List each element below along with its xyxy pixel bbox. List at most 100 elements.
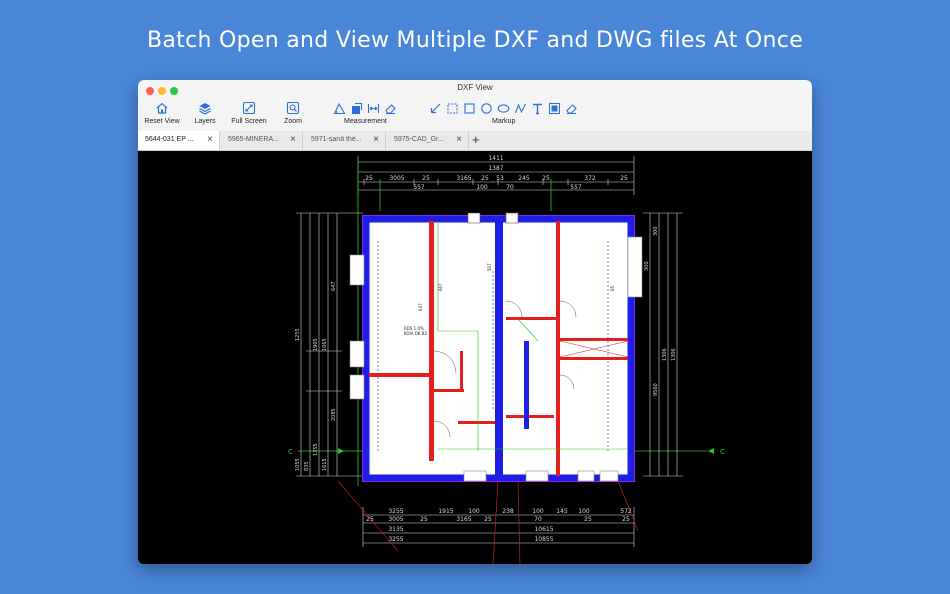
- dim-label: 3165: [456, 516, 471, 523]
- dim-label: 25: [620, 175, 628, 182]
- dim-label: 572: [620, 508, 632, 515]
- dim-label: 1615: [322, 458, 328, 471]
- new-tab-button[interactable]: +: [472, 132, 480, 147]
- dim-label: 25: [481, 175, 489, 182]
- circle-icon: [481, 103, 492, 114]
- dim-label: 1306: [671, 348, 677, 361]
- reset-view-button[interactable]: Reset View: [142, 101, 182, 129]
- dim-label: 10615: [534, 526, 553, 533]
- dim-label: 238: [502, 508, 514, 515]
- dim-label: 25: [622, 516, 630, 523]
- axis-label-left: C: [288, 448, 293, 456]
- floor-plan-drawing: 1411 1387 25 3005 25 3165 25 53 245 25 3…: [288, 155, 725, 564]
- freehand-icon: [514, 103, 526, 114]
- dim-label: 1355: [313, 443, 319, 456]
- dim-label: 25: [422, 175, 430, 182]
- dim-label: 9560: [653, 383, 659, 396]
- layers-button[interactable]: Layers: [192, 101, 218, 129]
- tab-label: 5644-031 EP ...: [145, 136, 194, 143]
- measure-area-tool[interactable]: [349, 101, 364, 116]
- close-tab-icon[interactable]: ×: [456, 134, 462, 145]
- markup-label: Markup: [492, 118, 516, 125]
- close-tab-icon[interactable]: ×: [373, 134, 379, 145]
- full-screen-label: Full Screen: [231, 118, 267, 125]
- bottom-dimension-text: 3255 1915 100 238 100 145 100 572 25 300…: [366, 508, 632, 543]
- dim-label: 100: [578, 508, 590, 515]
- markup-arrow-tool[interactable]: [428, 101, 443, 116]
- dim-label: 25: [420, 516, 428, 523]
- close-tab-icon[interactable]: ×: [290, 134, 296, 145]
- distance-icon: [367, 104, 380, 113]
- room-label: 65: [610, 285, 615, 291]
- window-title: DXF View: [457, 83, 493, 92]
- axis-marker-left: [338, 448, 344, 454]
- markup-circle-tool[interactable]: [479, 101, 494, 116]
- full-screen-button[interactable]: Full Screen: [230, 101, 268, 129]
- dim-label: 1055: [295, 458, 301, 471]
- markup-tools: [428, 101, 579, 117]
- measure-distance-tool[interactable]: [366, 101, 381, 116]
- dim-label: 245: [518, 175, 530, 182]
- markup-fill-tool[interactable]: [547, 101, 562, 116]
- dim-label: 25: [484, 516, 492, 523]
- app-window: DXF View Reset View Layers Full Screen Z…: [138, 80, 812, 564]
- tab-label: 5965-MINERA...: [228, 136, 279, 143]
- markup-ellipse-tool[interactable]: [496, 101, 511, 116]
- axis-marker-right: [708, 448, 714, 454]
- measurement-label: Measurement: [344, 118, 387, 125]
- dim-label: 1387: [488, 165, 503, 172]
- angle-icon: [333, 102, 346, 115]
- axis-label-right: C: [720, 448, 725, 456]
- dashed-rectangle-icon: [447, 103, 458, 114]
- markup-eraser-tool[interactable]: [564, 101, 579, 116]
- dim-label: 557: [570, 184, 582, 191]
- dim-label: 25: [365, 175, 373, 182]
- dim-label: 1255: [295, 328, 301, 341]
- layers-icon: [199, 103, 211, 115]
- close-tab-icon[interactable]: ×: [207, 134, 213, 145]
- dim-label: 3165: [456, 175, 471, 182]
- dim-label: 1065: [322, 338, 328, 351]
- dim-label: 25: [584, 516, 592, 523]
- dim-label: 1905: [313, 338, 319, 351]
- dim-label: 3255: [388, 536, 403, 543]
- dim-label: 25: [542, 175, 550, 182]
- zoom-label: Zoom: [284, 118, 302, 125]
- dim-label: 2085: [331, 408, 337, 421]
- measurement-tools: [332, 101, 398, 117]
- markup-rectangle-tool[interactable]: [462, 101, 477, 116]
- promo-headline: Batch Open and View Multiple DXF and DWG…: [146, 28, 804, 53]
- document-tab-2[interactable]: 5965-MINERA... ×: [221, 131, 303, 150]
- document-tab-4[interactable]: 5975-CAD_Gr... ×: [387, 131, 469, 150]
- dim-label: 10855: [534, 536, 553, 543]
- markup-select-tool[interactable]: [445, 101, 460, 116]
- zoom-button[interactable]: Zoom: [281, 101, 305, 129]
- dim-label: 835: [304, 461, 310, 471]
- eraser-icon: [385, 104, 396, 115]
- measure-angle-tool[interactable]: [332, 101, 347, 116]
- dim-label: 3005: [388, 516, 403, 523]
- top-dimension-text: 1411 1387 25 3005 25 3165 25 53 245 25 3…: [365, 155, 628, 191]
- measure-eraser-tool[interactable]: [383, 101, 398, 116]
- home-icon: [156, 102, 168, 114]
- document-tab-3[interactable]: 5971-sanâ the... ×: [304, 131, 386, 150]
- dim-label: 70: [506, 184, 514, 191]
- dim-label: 100: [476, 184, 488, 191]
- area-icon: [352, 102, 363, 114]
- right-dimension-text: 1306 1306 9560 300 300: [644, 226, 677, 396]
- eraser-icon: [566, 104, 577, 115]
- bottom-dimension-lines: [362, 507, 635, 547]
- document-tab-1[interactable]: 5644-031 EP ... ×: [138, 131, 220, 150]
- dim-label: 70: [534, 516, 542, 523]
- drawing-canvas[interactable]: 1411 1387 25 3005 25 3165 25 53 245 25 3…: [138, 151, 812, 564]
- markup-freehand-tool[interactable]: [513, 101, 528, 116]
- dim-label: 100: [468, 508, 480, 515]
- document-tab-bar: 5644-031 EP ... × 5965-MINERA... × 5971-…: [138, 131, 812, 151]
- dim-label: 647: [331, 281, 337, 291]
- markup-text-tool[interactable]: [530, 101, 545, 116]
- window-titlebar: DXF View Reset View Layers Full Screen Z…: [138, 80, 812, 132]
- tab-label: 5971-sanâ the...: [311, 136, 362, 143]
- dim-label: 100: [532, 508, 544, 515]
- arrow-icon: [430, 103, 441, 114]
- building-walls: [349, 212, 643, 482]
